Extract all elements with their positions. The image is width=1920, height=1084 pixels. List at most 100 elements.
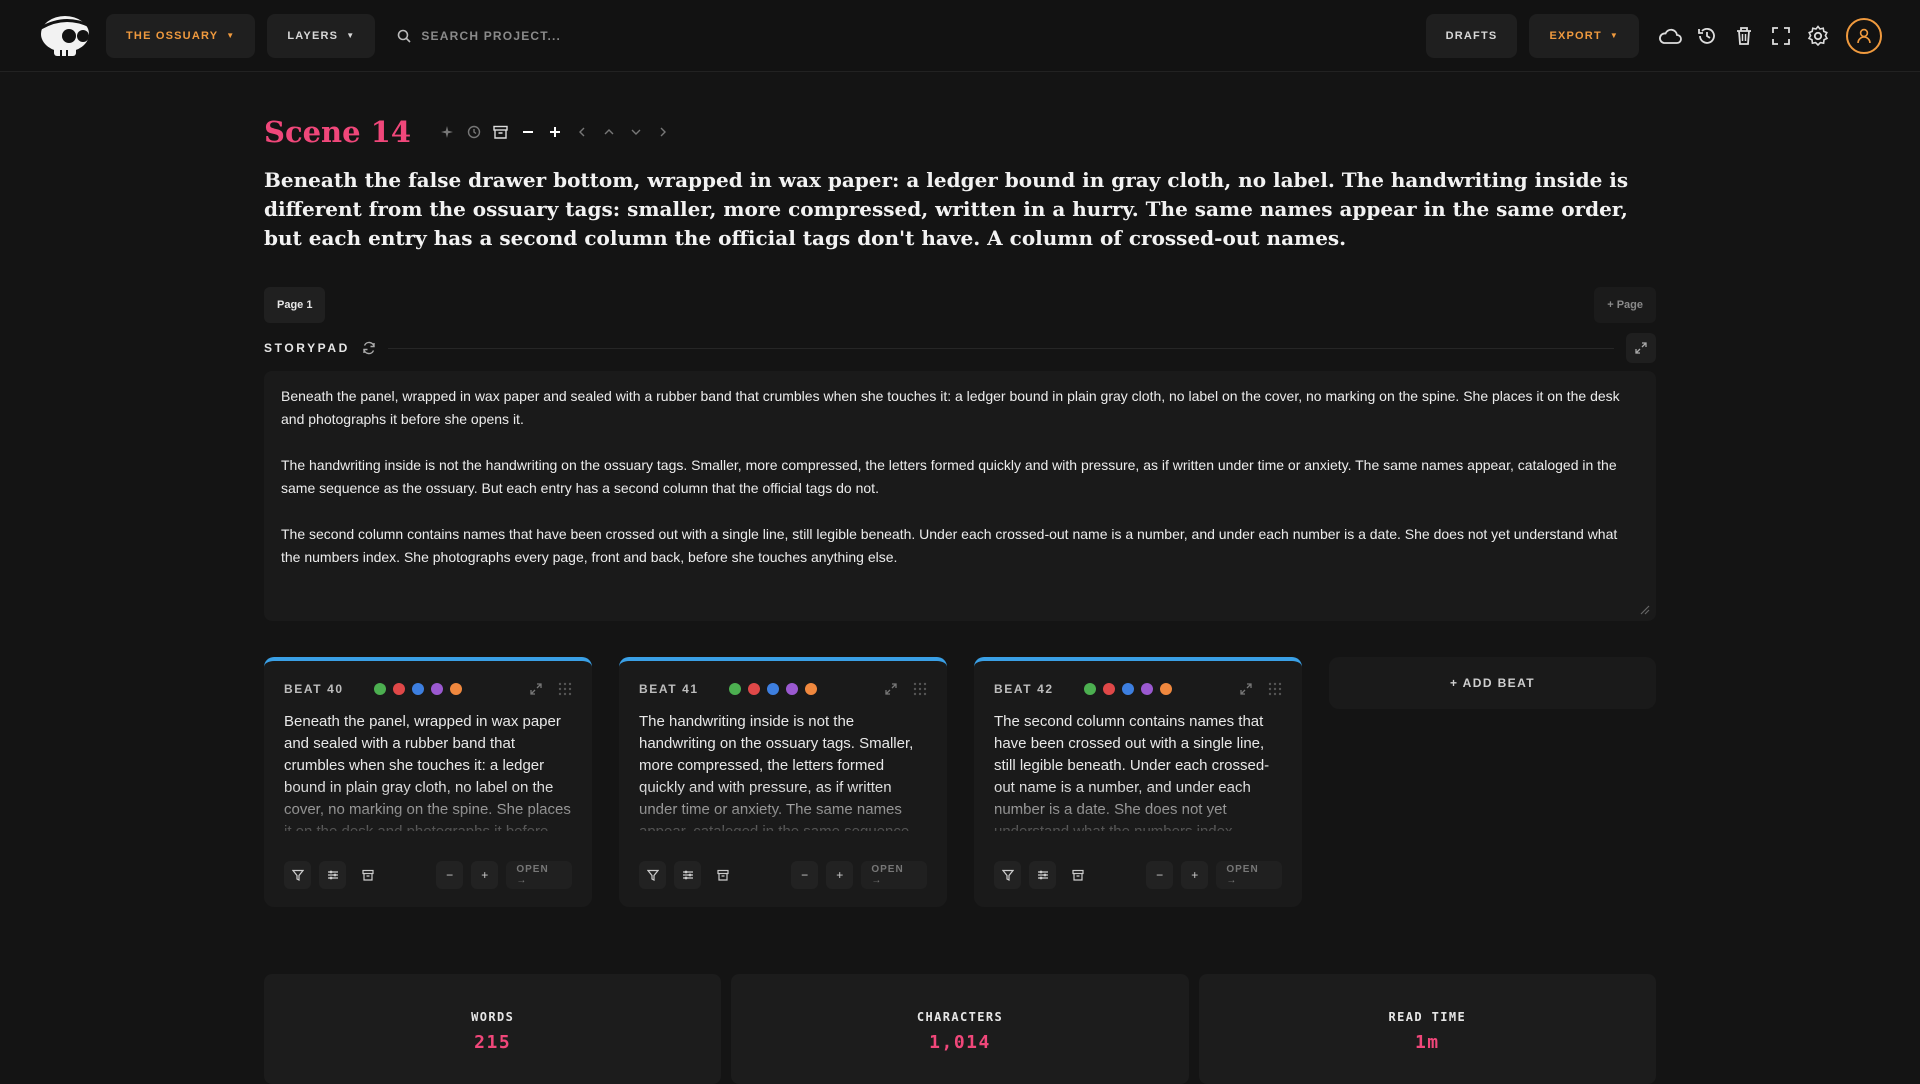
expand-icon[interactable] xyxy=(1240,683,1252,695)
refresh-icon[interactable] xyxy=(362,341,376,355)
color-tag-purple[interactable] xyxy=(786,683,798,695)
beat-header: BEAT 42 xyxy=(994,679,1282,699)
color-tag-purple[interactable] xyxy=(1141,683,1153,695)
color-tag-blue[interactable] xyxy=(412,683,424,695)
chevron-left-icon[interactable] xyxy=(568,119,595,146)
stat-label: CHARACTERS xyxy=(916,1010,1004,1024)
beat-card[interactable]: BEAT 40 Beneath the panel, wrapped in wa… xyxy=(264,657,592,907)
fullscreen-icon[interactable] xyxy=(1763,18,1799,54)
color-tag-orange[interactable] xyxy=(450,683,462,695)
decrease-button[interactable]: − xyxy=(1146,861,1174,889)
history-icon[interactable] xyxy=(1689,18,1725,54)
beat-text[interactable]: The second column contains names that ha… xyxy=(994,711,1282,831)
sliders-button[interactable] xyxy=(319,861,347,889)
color-tag-orange[interactable] xyxy=(805,683,817,695)
beat-card[interactable]: BEAT 42 The second column contains names… xyxy=(974,657,1302,907)
history-icon[interactable] xyxy=(460,119,487,146)
chevron-down-icon: ▼ xyxy=(226,31,236,40)
filter-button[interactable] xyxy=(284,861,312,889)
search-icon xyxy=(397,29,411,43)
gear-icon[interactable] xyxy=(1800,18,1836,54)
storypad-paragraph: The second column contains names that ha… xyxy=(281,526,1618,565)
chevron-up-icon[interactable] xyxy=(595,119,622,146)
color-tag-red[interactable] xyxy=(393,683,405,695)
sliders-icon xyxy=(1037,870,1048,880)
sliders-icon xyxy=(682,870,693,880)
filter-button[interactable] xyxy=(639,861,667,889)
sparkle-icon[interactable] xyxy=(433,119,460,146)
color-tag-orange[interactable] xyxy=(1160,683,1172,695)
drag-handle-icon[interactable] xyxy=(558,682,572,696)
archive-icon xyxy=(717,869,729,881)
stat-read-time: READ TIME 1m xyxy=(1198,974,1656,1084)
drag-handle-icon[interactable] xyxy=(1268,682,1282,696)
beat-header: BEAT 41 xyxy=(639,679,927,699)
beat-label: BEAT 41 xyxy=(639,682,699,696)
open-beat-button[interactable]: OPEN → xyxy=(506,861,573,889)
beat-text[interactable]: The handwriting inside is not the handwr… xyxy=(639,711,927,831)
beat-card[interactable]: BEAT 41 The handwriting inside is not th… xyxy=(619,657,947,907)
cloud-icon[interactable] xyxy=(1652,18,1688,54)
sliders-button[interactable] xyxy=(1029,861,1057,889)
beat-footer: − + OPEN → xyxy=(994,861,1283,889)
expand-button[interactable] xyxy=(1626,333,1656,363)
decrease-button[interactable]: − xyxy=(791,861,819,889)
user-avatar[interactable] xyxy=(1846,17,1882,54)
color-tag-green[interactable] xyxy=(729,683,741,695)
project-dropdown[interactable]: THE OSSUARY ▼ xyxy=(106,13,256,58)
decrease-button[interactable]: − xyxy=(436,861,464,889)
increase-button[interactable]: + xyxy=(1181,861,1209,889)
color-tag-blue[interactable] xyxy=(1122,683,1134,695)
open-beat-button[interactable]: OPEN → xyxy=(1216,861,1283,889)
chevron-right-icon[interactable] xyxy=(649,119,676,146)
project-label: THE OSSUARY xyxy=(126,29,219,42)
color-tag-purple[interactable] xyxy=(431,683,443,695)
archive-button[interactable] xyxy=(709,861,736,889)
stat-words: WORDS 215 xyxy=(264,974,722,1084)
filter-button[interactable] xyxy=(994,861,1022,889)
plus-icon[interactable] xyxy=(541,119,568,146)
search-input[interactable] xyxy=(421,28,1022,43)
export-label: EXPORT xyxy=(1549,29,1602,42)
minus-icon[interactable] xyxy=(514,119,541,146)
storypad-editor[interactable]: Beneath the panel, wrapped in wax paper … xyxy=(264,371,1656,621)
stat-value: 1m xyxy=(1414,1032,1440,1053)
scene-editor: Scene 14 Beneath the false drawer bottom… xyxy=(264,72,1656,907)
chevron-down-icon[interactable] xyxy=(622,119,649,146)
add-beat-button[interactable]: + ADD BEAT xyxy=(1329,657,1656,709)
archive-icon[interactable] xyxy=(487,119,514,146)
color-tag-red[interactable] xyxy=(748,683,760,695)
color-tag-green[interactable] xyxy=(1084,683,1096,695)
archive-button[interactable] xyxy=(354,861,381,889)
color-tag-red[interactable] xyxy=(1103,683,1115,695)
expand-icon[interactable] xyxy=(530,683,542,695)
drafts-button[interactable]: DRAFTS xyxy=(1425,13,1518,58)
resize-handle-icon[interactable] xyxy=(1638,603,1650,615)
storypad-header: STORYPAD xyxy=(264,333,1656,363)
layers-dropdown[interactable]: LAYERS ▼ xyxy=(267,13,376,58)
archive-button[interactable] xyxy=(1064,861,1091,889)
stat-characters: CHARACTERS 1,014 xyxy=(731,974,1189,1084)
sliders-button[interactable] xyxy=(674,861,702,889)
beat-text[interactable]: Beneath the panel, wrapped in wax paper … xyxy=(284,711,572,831)
export-dropdown[interactable]: EXPORT ▼ xyxy=(1529,13,1639,58)
add-page-button[interactable]: + Page xyxy=(1594,287,1656,323)
stat-label: WORDS xyxy=(471,1010,515,1024)
open-beat-button[interactable]: OPEN → xyxy=(861,861,928,889)
tab-page-1[interactable]: Page 1 xyxy=(264,287,326,323)
beat-header: BEAT 40 xyxy=(284,679,572,699)
filter-icon xyxy=(291,869,304,881)
scene-summary[interactable]: Beneath the false drawer bottom, wrapped… xyxy=(264,166,1656,253)
increase-button[interactable]: + xyxy=(471,861,499,889)
scene-title[interactable]: Scene 14 xyxy=(264,115,411,149)
beats-row: BEAT 40 Beneath the panel, wrapped in wa… xyxy=(264,657,1656,907)
drag-handle-icon[interactable] xyxy=(913,682,927,696)
beat-label: BEAT 42 xyxy=(994,682,1054,696)
stats-bar: WORDS 215 CHARACTERS 1,014 READ TIME 1m xyxy=(264,974,1656,1084)
trash-icon[interactable] xyxy=(1726,18,1762,54)
increase-button[interactable]: + xyxy=(826,861,854,889)
color-tag-blue[interactable] xyxy=(767,683,779,695)
expand-icon[interactable] xyxy=(885,683,897,695)
color-tag-green[interactable] xyxy=(374,683,386,695)
skull-logo-icon[interactable] xyxy=(38,12,94,60)
